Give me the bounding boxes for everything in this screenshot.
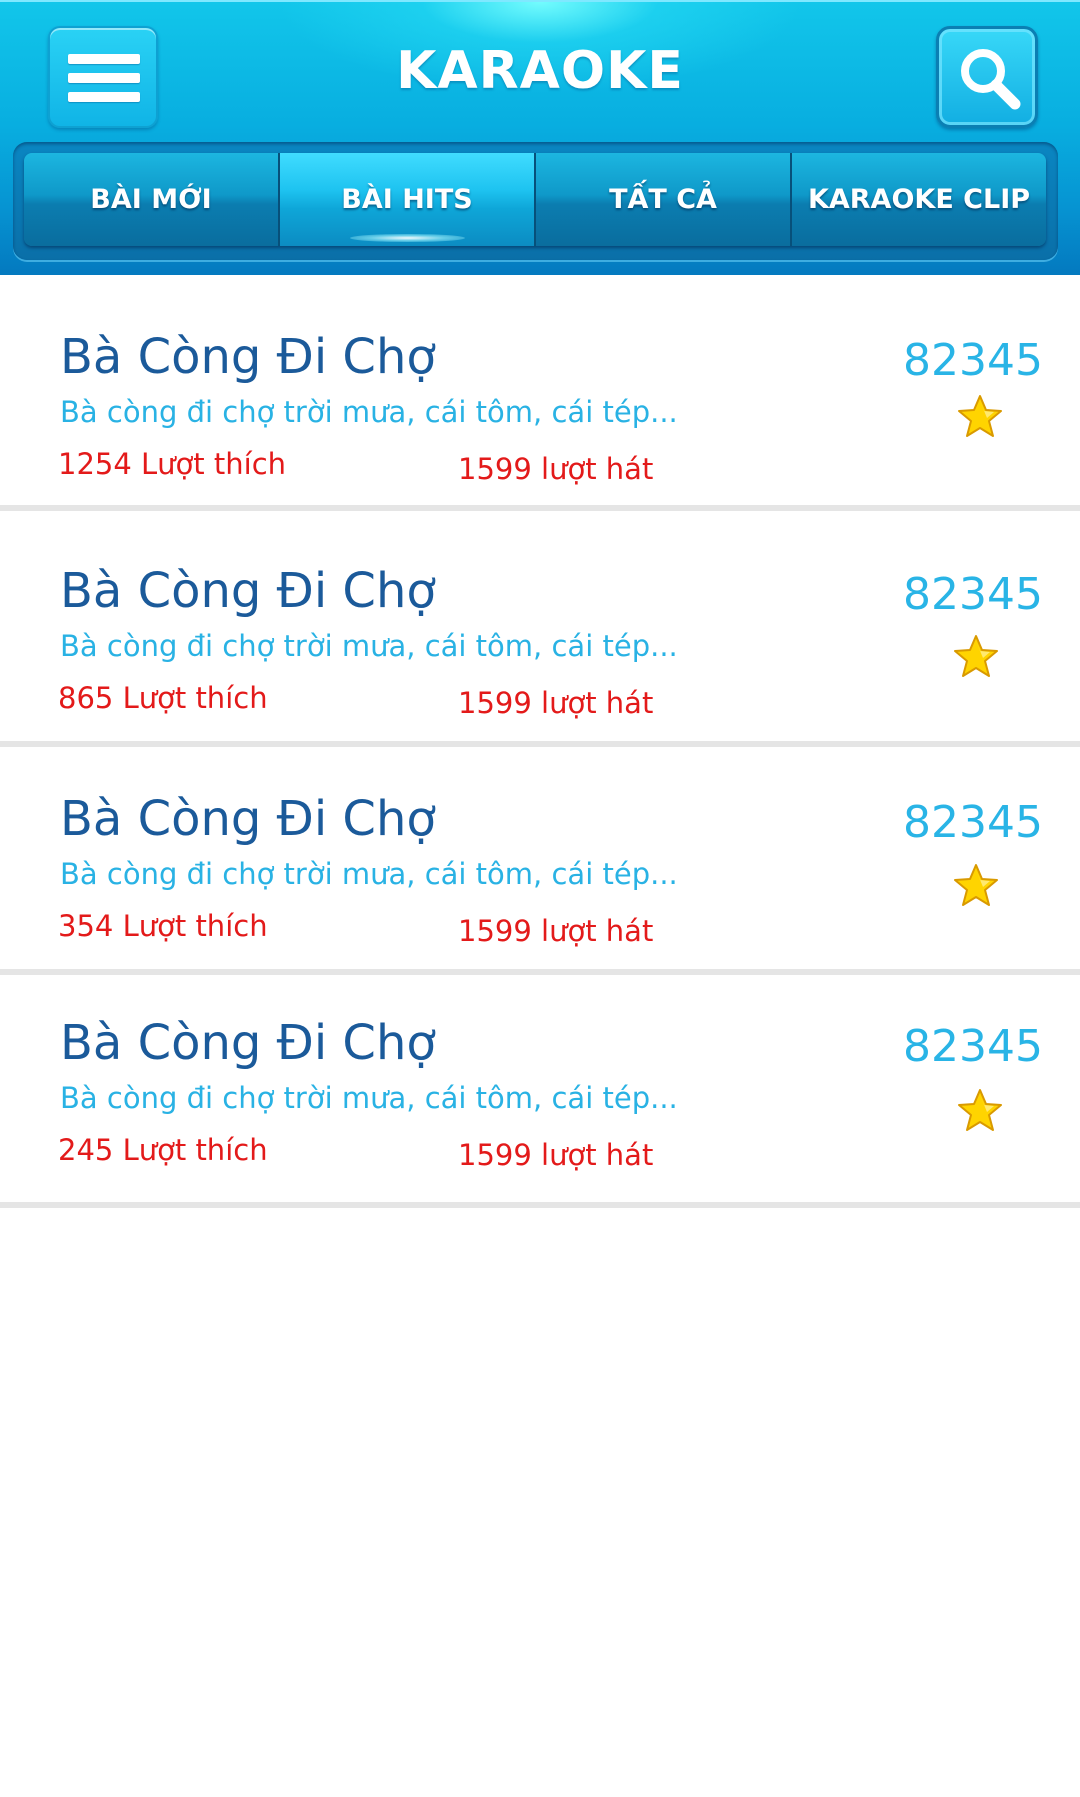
play-count: 1599 lượt hát <box>458 914 654 948</box>
tab-label: TẤT CẢ <box>609 184 717 215</box>
like-count: 865 Lượt thích <box>58 681 268 715</box>
play-count: 1599 lượt hát <box>458 452 654 486</box>
song-code: 82345 <box>903 569 1043 620</box>
song-title: Bà Còng Đi Chợ <box>60 1015 436 1071</box>
star-icon[interactable] <box>953 634 999 680</box>
song-lyrics: Bà còng đi chợ trời mưa, cái tôm, cái té… <box>60 395 678 429</box>
search-button[interactable] <box>936 26 1038 128</box>
song-title: Bà Còng Đi Chợ <box>60 329 436 385</box>
song-code: 82345 <box>903 797 1043 848</box>
tab-bar: BÀI MỚI BÀI HITS TẤT CẢ KARAOKE CLIP <box>24 153 1046 246</box>
list-item[interactable]: Bà Còng Đi Chợ Bà còng đi chợ trời mưa, … <box>0 975 1080 1208</box>
star-icon[interactable] <box>957 394 1003 440</box>
song-title: Bà Còng Đi Chợ <box>60 563 436 619</box>
active-tab-indicator <box>350 234 465 242</box>
like-count: 354 Lượt thích <box>58 909 268 943</box>
song-code: 82345 <box>903 335 1043 386</box>
tab-label: BÀI HITS <box>341 184 473 215</box>
play-count: 1599 lượt hát <box>458 686 654 720</box>
app-header: KARAOKE BÀI MỚI BÀI HITS TẤT CẢ KARAOKE … <box>0 0 1080 275</box>
tab-label: BÀI MỚI <box>90 184 212 215</box>
like-count: 245 Lượt thích <box>58 1133 268 1167</box>
tab-karaoke-clip[interactable]: KARAOKE CLIP <box>792 153 1046 246</box>
tab-tat-ca[interactable]: TẤT CẢ <box>536 153 792 246</box>
menu-button[interactable] <box>48 26 158 128</box>
star-icon[interactable] <box>953 863 999 909</box>
list-item[interactable]: Bà Còng Đi Chợ Bà còng đi chợ trời mưa, … <box>0 747 1080 975</box>
star-icon[interactable] <box>957 1088 1003 1134</box>
page-title: KARAOKE <box>396 41 684 101</box>
song-lyrics: Bà còng đi chợ trời mưa, cái tôm, cái té… <box>60 1081 678 1115</box>
search-icon <box>961 49 1021 110</box>
tab-bai-hits[interactable]: BÀI HITS <box>280 153 536 246</box>
song-lyrics: Bà còng đi chợ trời mưa, cái tôm, cái té… <box>60 629 678 663</box>
like-count: 1254 Lượt thích <box>58 447 287 481</box>
song-title: Bà Còng Đi Chợ <box>60 791 436 847</box>
list-item[interactable]: Bà Còng Đi Chợ Bà còng đi chợ trời mưa, … <box>0 275 1080 511</box>
song-lyrics: Bà còng đi chợ trời mưa, cái tôm, cái té… <box>60 857 678 891</box>
song-code: 82345 <box>903 1021 1043 1072</box>
list-item[interactable]: Bà Còng Đi Chợ Bà còng đi chợ trời mưa, … <box>0 511 1080 747</box>
tab-bai-moi[interactable]: BÀI MỚI <box>24 153 280 246</box>
play-count: 1599 lượt hát <box>458 1138 654 1172</box>
tab-label: KARAOKE CLIP <box>807 184 1031 215</box>
